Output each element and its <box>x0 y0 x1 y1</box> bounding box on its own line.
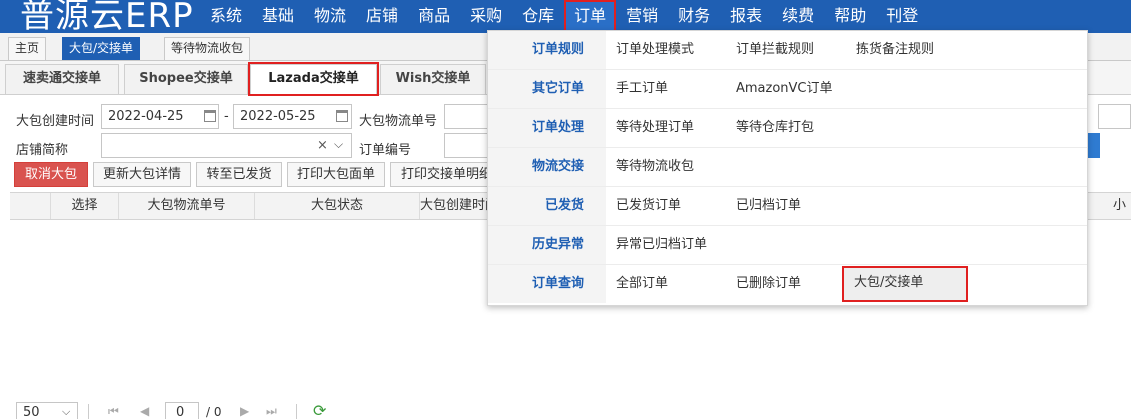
nav-item-help[interactable]: 帮助 <box>824 0 876 33</box>
nav-item-warehouse[interactable]: 仓库 <box>512 0 564 33</box>
menu-item-deleted-orders[interactable]: 已删除订单 <box>736 265 801 303</box>
app-logo: 普源云ERP <box>20 0 194 36</box>
grid-col-bag-tracking[interactable]: 大包物流单号 <box>119 193 255 219</box>
nav-item-reports[interactable]: 报表 <box>720 0 772 33</box>
menu-item-exception-archived[interactable]: 异常已归档订单 <box>616 226 707 264</box>
date-from-value: 2022-04-25 <box>108 109 184 124</box>
menu-header-other-orders: 其它订单 <box>488 70 606 108</box>
next-page-icon[interactable]: ▶ <box>240 404 249 418</box>
first-page-icon[interactable]: ⏮ <box>108 404 119 419</box>
menu-item-pending-orders[interactable]: 等待处理订单 <box>616 109 694 147</box>
nav-item-purchasing[interactable]: 采购 <box>460 0 512 33</box>
menu-header-order-rules: 订单规则 <box>488 31 606 69</box>
menu-item-bag-handover[interactable]: 大包/交接单 <box>842 266 968 302</box>
tab-shopee[interactable]: Shopee交接单 <box>124 64 248 94</box>
prev-page-icon[interactable]: ◀ <box>140 404 149 418</box>
page-size-select[interactable]: 50 ⌵ <box>16 402 78 419</box>
tab-aliexpress[interactable]: 速卖通交接单 <box>5 64 119 94</box>
nav-item-system[interactable]: 系统 <box>200 0 252 33</box>
move-to-shipped-button[interactable]: 转至已发货 <box>196 162 282 187</box>
menu-item-picking-note-rules[interactable]: 拣货备注规则 <box>856 31 934 69</box>
main-nav: 系统 基础 物流 店铺 商品 采购 仓库 订单 营销 财务 报表 续费 帮助 刊… <box>200 0 928 33</box>
update-bag-details-button[interactable]: 更新大包详情 <box>93 162 191 187</box>
tab-bag-handover[interactable]: 大包/交接单 <box>62 37 141 60</box>
menu-row-logistics-handover: 物流交接 等待物流收包 <box>488 148 1087 187</box>
nav-item-shops[interactable]: 店铺 <box>356 0 408 33</box>
menu-row-history-exceptions: 历史异常 异常已归档订单 <box>488 226 1087 265</box>
tab-await-pickup[interactable]: 等待物流收包 <box>164 37 251 60</box>
grid-col-bag-status[interactable]: 大包状态 <box>255 193 420 219</box>
date-from-field[interactable]: 2022-04-25 <box>101 104 219 129</box>
menu-item-order-intercept-rules[interactable]: 订单拦截规则 <box>736 31 814 69</box>
menu-header-logistics-handover: 物流交接 <box>488 148 606 186</box>
date-to-field[interactable]: 2022-05-25 <box>233 104 352 129</box>
menu-header-shipped: 已发货 <box>488 187 606 225</box>
menu-item-all-orders[interactable]: 全部订单 <box>616 265 668 303</box>
nav-item-logistics[interactable]: 物流 <box>304 0 356 33</box>
orders-dropdown-menu: 订单规则 订单处理模式 订单拦截规则 拣货备注规则 其它订单 手工订单 Amaz… <box>487 30 1088 306</box>
pager-divider <box>88 404 89 419</box>
shop-select[interactable]: × ⌵ <box>101 133 352 158</box>
pager: 50 ⌵ ⏮ ◀ 0 / 0 ▶ ⏭ ⟳ <box>0 398 1131 419</box>
right-filter-input[interactable] <box>1098 104 1131 129</box>
menu-row-order-query: 订单查询 全部订单 已删除订单 大包/交接单 <box>488 265 1087 304</box>
nav-item-orders[interactable]: 订单 <box>564 0 617 33</box>
bag-created-label: 大包创建时间 <box>16 114 95 129</box>
menu-item-awaiting-packing[interactable]: 等待仓库打包 <box>736 109 814 147</box>
print-handover-detail-button[interactable]: 打印交接单明细 <box>390 162 488 187</box>
menu-item-order-processing-mode[interactable]: 订单处理模式 <box>616 31 694 69</box>
order-no-input[interactable] <box>444 133 488 158</box>
tab-lazada[interactable]: Lazada交接单 <box>248 62 379 96</box>
menu-row-other-orders: 其它订单 手工订单 AmazonVC订单 <box>488 70 1087 109</box>
nav-item-listing[interactable]: 刊登 <box>876 0 928 33</box>
pager-divider <box>296 404 297 419</box>
shop-label: 店铺简称 <box>16 143 69 158</box>
menu-item-manual-orders[interactable]: 手工订单 <box>616 70 668 108</box>
nav-item-basic[interactable]: 基础 <box>252 0 304 33</box>
menu-item-shipped-orders[interactable]: 已发货订单 <box>616 187 681 225</box>
cancel-bag-button[interactable]: 取消大包 <box>14 162 88 187</box>
bag-tracking-label: 大包物流单号 <box>359 114 438 129</box>
bag-tracking-input[interactable] <box>444 104 488 129</box>
chevron-down-icon[interactable]: ⌵ <box>334 133 343 156</box>
menu-row-order-processing: 订单处理 等待处理订单 等待仓库打包 <box>488 109 1087 148</box>
chevron-down-icon[interactable]: ⌵ <box>62 402 70 419</box>
total-pages: / 0 <box>206 405 222 419</box>
menu-item-archived-orders[interactable]: 已归档订单 <box>736 187 801 225</box>
clear-icon[interactable]: × <box>317 134 328 157</box>
print-bag-label-button[interactable]: 打印大包面单 <box>287 162 385 187</box>
search-button-edge[interactable] <box>1088 133 1100 158</box>
current-page-value: 0 <box>176 405 185 419</box>
tab-home[interactable]: 主页 <box>8 37 47 60</box>
tab-wish[interactable]: Wish交接单 <box>380 64 486 94</box>
date-separator: - <box>224 109 229 124</box>
grid-col-index <box>10 193 51 219</box>
order-no-label: 订单编号 <box>359 143 412 158</box>
last-page-icon[interactable]: ⏭ <box>266 404 277 419</box>
date-to-value: 2022-05-25 <box>240 109 316 124</box>
menu-header-order-query: 订单查询 <box>488 265 606 303</box>
nav-item-renewal[interactable]: 续费 <box>772 0 824 33</box>
page-number-input[interactable]: 0 <box>165 402 199 419</box>
nav-item-marketing[interactable]: 营销 <box>616 0 668 33</box>
menu-item-awaiting-pickup[interactable]: 等待物流收包 <box>616 148 694 186</box>
calendar-icon[interactable] <box>204 110 216 122</box>
grid-col-select[interactable]: 选择 <box>51 193 119 219</box>
calendar-icon[interactable] <box>336 110 348 122</box>
refresh-icon[interactable]: ⟳ <box>313 401 326 419</box>
menu-header-order-processing: 订单处理 <box>488 109 606 147</box>
menu-row-shipped: 已发货 已发货订单 已归档订单 <box>488 187 1087 226</box>
nav-item-products[interactable]: 商品 <box>408 0 460 33</box>
grid-col-partial[interactable]: 小 <box>1113 193 1131 219</box>
menu-item-amazonvc-orders[interactable]: AmazonVC订单 <box>736 70 833 108</box>
page-size-value: 50 <box>23 405 40 419</box>
nav-item-finance[interactable]: 财务 <box>668 0 720 33</box>
menu-header-history-exceptions: 历史异常 <box>488 226 606 264</box>
top-nav-bar: 普源云ERP 系统 基础 物流 店铺 商品 采购 仓库 订单 营销 财务 报表 … <box>0 0 1131 36</box>
menu-row-order-rules: 订单规则 订单处理模式 订单拦截规则 拣货备注规则 <box>488 31 1087 70</box>
